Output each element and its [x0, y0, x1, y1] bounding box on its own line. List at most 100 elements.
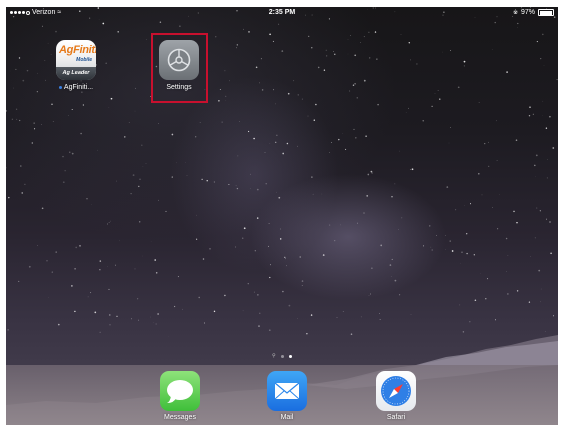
star: [128, 122, 130, 123]
star: [513, 210, 515, 213]
star: [155, 272, 158, 274]
star: [117, 31, 119, 33]
dock-app-safari[interactable]: Safari: [366, 371, 426, 421]
star: [157, 122, 159, 124]
star: [517, 22, 519, 25]
star: [436, 235, 437, 237]
star: [21, 192, 23, 194]
star: [102, 22, 105, 25]
star: [225, 95, 227, 98]
star: [446, 186, 449, 188]
star: [33, 122, 35, 124]
star: [201, 178, 203, 180]
star: [529, 106, 531, 109]
star: [202, 258, 205, 260]
dock-app-mail[interactable]: Mail: [257, 371, 317, 421]
star: [474, 299, 477, 302]
star: [134, 268, 136, 270]
star: [41, 25, 43, 27]
star: [334, 53, 336, 55]
messages-app-icon[interactable]: [160, 371, 200, 411]
star: [431, 105, 433, 108]
star: [445, 235, 446, 236]
star: [473, 254, 475, 256]
star: [260, 58, 262, 60]
settings-highlight-box: [151, 33, 208, 103]
star: [79, 245, 81, 247]
agfiniti-app-icon[interactable]: AgFiniti Mobile Ag Leader: [56, 40, 96, 80]
star: [124, 136, 126, 138]
star: [132, 174, 135, 176]
star: [287, 92, 290, 95]
star: [308, 35, 310, 38]
star: [506, 271, 507, 272]
star: [411, 168, 414, 171]
star: [463, 65, 465, 67]
star: [485, 298, 487, 300]
star: [363, 212, 365, 214]
star: [534, 237, 536, 239]
star: [15, 108, 18, 110]
star: [299, 256, 301, 258]
app-agfiniti[interactable]: AgFiniti Mobile Ag Leader AgFiniti...: [46, 40, 106, 91]
star: [22, 79, 25, 82]
star: [221, 121, 223, 123]
star: [279, 238, 282, 240]
star: [215, 36, 217, 38]
page-indicator[interactable]: ⚲: [6, 354, 558, 359]
star: [275, 103, 276, 105]
star: [536, 41, 538, 43]
star: [334, 239, 336, 242]
star: [278, 23, 280, 25]
star: [478, 102, 480, 103]
star: [20, 165, 22, 167]
star: [535, 154, 538, 157]
star: [159, 21, 162, 24]
agfiniti-logo-text: AgFiniti: [59, 44, 96, 56]
star: [51, 271, 53, 273]
star: [466, 233, 468, 235]
star: [434, 93, 436, 94]
bluetooth-icon: ※: [512, 10, 518, 16]
dock-app-messages[interactable]: Messages: [150, 371, 210, 421]
star: [507, 293, 509, 295]
star: [516, 221, 518, 224]
star: [31, 142, 33, 144]
star: [491, 49, 493, 50]
star: [360, 42, 361, 43]
star: [342, 133, 344, 135]
safari-app-icon[interactable]: [376, 371, 416, 411]
star: [315, 103, 317, 106]
star: [313, 119, 316, 121]
star: [431, 249, 433, 251]
star: [247, 283, 249, 285]
star: [423, 245, 425, 247]
dock-label-mail: Mail: [280, 414, 294, 421]
star: [293, 80, 295, 82]
star: [19, 119, 21, 122]
star: [350, 35, 351, 36]
star: [28, 265, 31, 268]
star: [254, 250, 256, 252]
star: [543, 65, 545, 66]
star: [228, 184, 230, 185]
star: [448, 142, 450, 144]
agfiniti-logo-sub: Mobile: [76, 57, 92, 63]
star: [550, 252, 552, 255]
star: [259, 82, 260, 84]
star: [368, 31, 370, 33]
star: [540, 58, 542, 60]
star: [224, 294, 226, 297]
star: [463, 60, 466, 63]
star: [367, 173, 370, 176]
dock: Messages Mail Safari: [6, 365, 558, 425]
star: [142, 166, 144, 167]
star: [286, 265, 287, 267]
star: [352, 84, 355, 86]
star: [466, 252, 468, 255]
star: [99, 269, 101, 271]
star: [107, 223, 108, 225]
star: [237, 155, 239, 157]
star: [461, 251, 463, 253]
mail-app-icon[interactable]: [267, 371, 307, 411]
